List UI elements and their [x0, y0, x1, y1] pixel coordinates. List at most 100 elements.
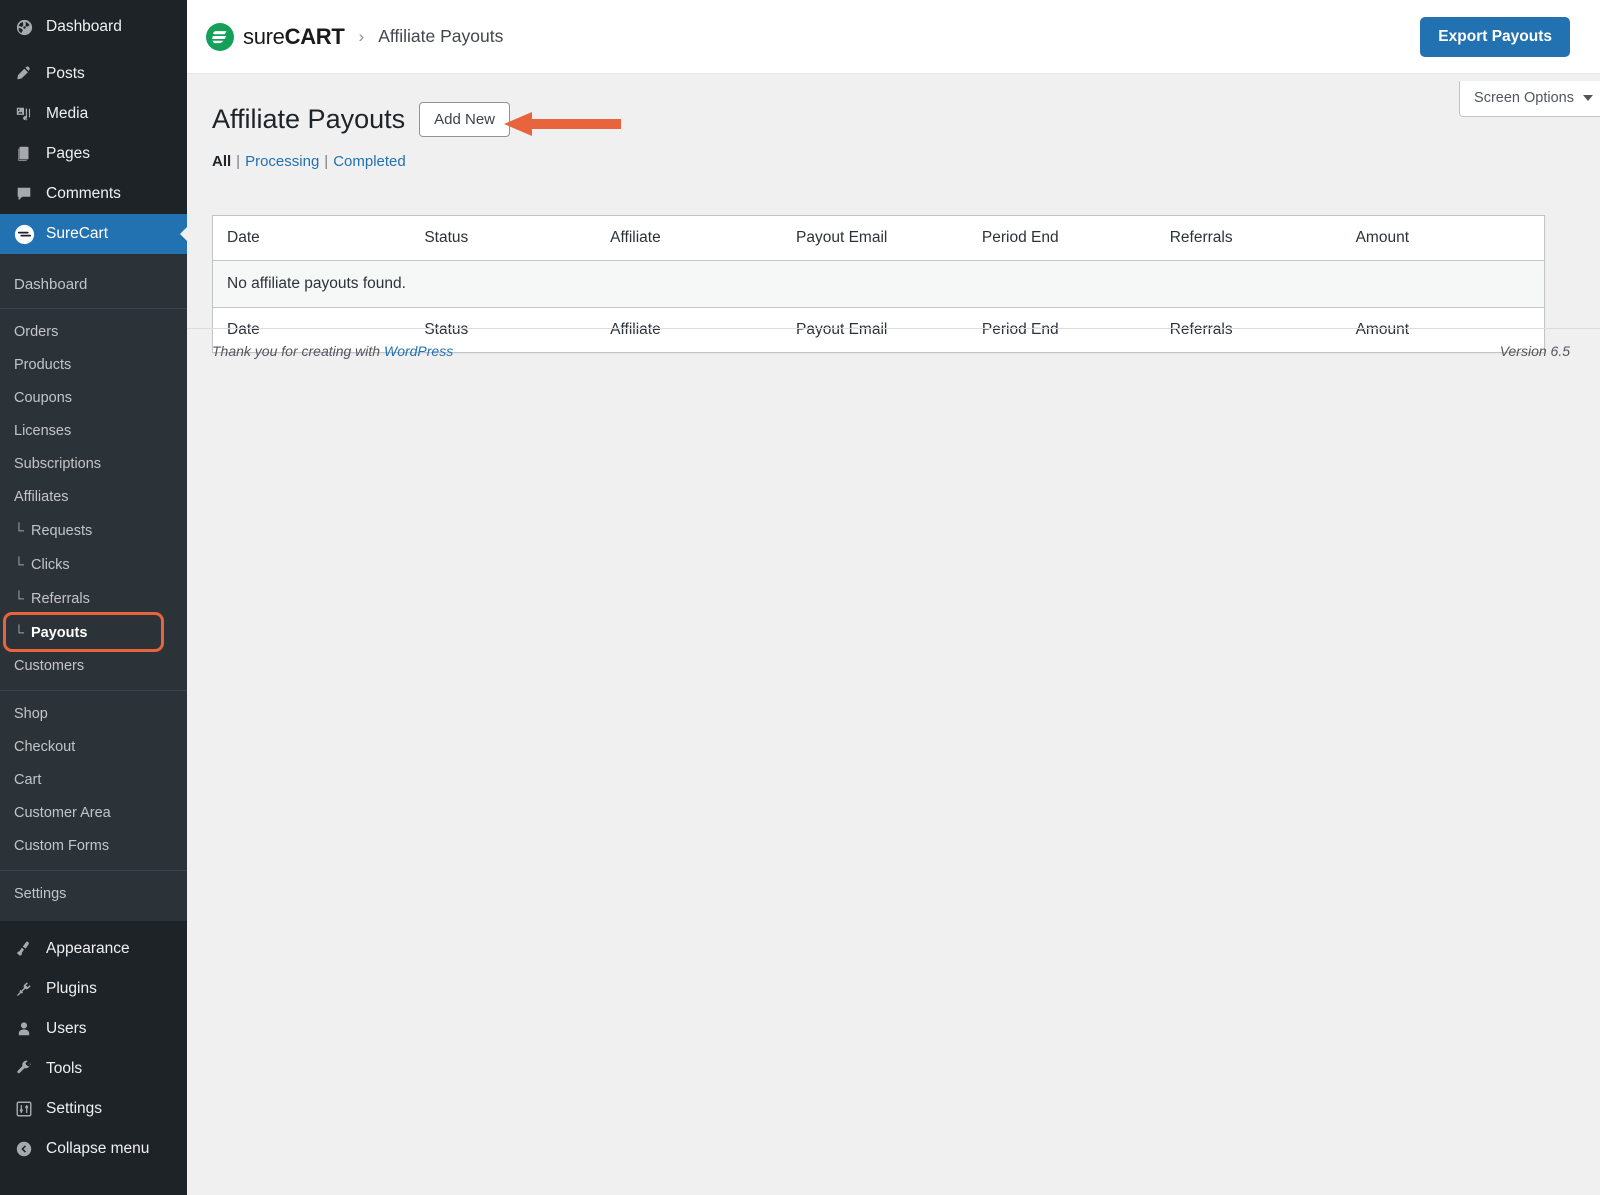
export-payouts-button[interactable]: Export Payouts: [1420, 17, 1570, 57]
sidebar-subitem-label: Affiliates: [14, 489, 69, 505]
column-header-payout-email[interactable]: Payout Email: [796, 215, 982, 261]
column-header-period-end[interactable]: Period End: [981, 215, 1170, 261]
admin-footer: Thank you for creating with WordPress Ve…: [187, 328, 1600, 359]
sidebar-secondary-menu: Appearance Plugins Users Tools Settings …: [0, 921, 187, 1169]
sidebar-item-label: Media: [46, 105, 89, 123]
footer-thanks-text: Thank you for creating with: [212, 343, 384, 359]
table-body: No affiliate payouts found.: [212, 260, 1545, 308]
footer-version: Version 6.5: [1499, 343, 1570, 359]
wordpress-link[interactable]: WordPress: [384, 343, 453, 359]
surecart-logo-icon: [205, 22, 235, 52]
sidebar-item-surecart[interactable]: SureCart: [0, 214, 187, 254]
column-header-affiliate[interactable]: Affiliate: [610, 215, 797, 261]
submenu-branch-icon: └: [14, 522, 24, 538]
sidebar-subitem-customers[interactable]: Customers: [0, 650, 187, 683]
plug-icon: [12, 979, 36, 999]
sidebar-subitem-customer-area[interactable]: Customer Area: [0, 797, 187, 830]
submenu-group-settings: Settings: [0, 878, 187, 911]
sidebar-item-users[interactable]: Users: [0, 1009, 187, 1049]
footer-thanks: Thank you for creating with WordPress: [212, 343, 453, 359]
column-header-amount[interactable]: Amount: [1355, 215, 1545, 261]
sidebar-item-pages[interactable]: Pages: [0, 134, 187, 174]
sidebar-subitem-label: Cart: [14, 772, 42, 788]
sidebar-subitem-dashboard[interactable]: Dashboard: [0, 268, 187, 301]
screen-options-tab[interactable]: Screen Options: [1459, 81, 1600, 117]
filter-link-processing[interactable]: Processing: [245, 153, 319, 170]
sidebar-item-appearance[interactable]: Appearance: [0, 929, 187, 969]
add-new-button[interactable]: Add New: [419, 102, 510, 137]
submenu-divider: [0, 870, 187, 871]
sidebar-item-label: Users: [46, 1020, 87, 1038]
submenu-group-commerce: Orders Products Coupons Licenses Subscri…: [0, 316, 187, 683]
sidebar-subitem-label: Custom Forms: [14, 838, 110, 854]
sidebar-subitem-checkout[interactable]: Checkout: [0, 731, 187, 764]
brand-sure-text: sure: [243, 23, 285, 49]
comments-icon: [12, 184, 36, 204]
sidebar-item-plugins[interactable]: Plugins: [0, 969, 187, 1009]
filter-separator: |: [324, 153, 329, 170]
pages-icon: [12, 144, 36, 164]
submenu-divider: [0, 690, 187, 691]
submenu-group-dashboard: Dashboard: [0, 262, 187, 301]
sidebar-subitem-orders[interactable]: Orders: [0, 316, 187, 349]
empty-state-message: No affiliate payouts found.: [212, 260, 1545, 308]
filter-separator: |: [236, 153, 241, 170]
sidebar-item-label: Plugins: [46, 980, 97, 998]
sidebar-item-tools[interactable]: Tools: [0, 1049, 187, 1089]
sidebar-subitem-referrals[interactable]: └ Referrals: [0, 582, 187, 616]
sidebar-item-label: Posts: [46, 65, 85, 83]
column-header-referrals[interactable]: Referrals: [1169, 215, 1356, 261]
column-header-status[interactable]: Status: [424, 215, 611, 261]
surecart-brand[interactable]: sureCART: [205, 22, 345, 52]
submenu-branch-icon: └: [14, 556, 24, 572]
sidebar-subitem-shop[interactable]: Shop: [0, 698, 187, 731]
surecart-wordmark: sureCART: [243, 24, 345, 50]
sidebar-subitem-label: Subscriptions: [14, 456, 102, 472]
sidebar-subitem-custom-forms[interactable]: Custom Forms: [0, 830, 187, 863]
pin-icon: [12, 64, 36, 84]
filter-link-all[interactable]: All: [212, 153, 231, 170]
sidebar-subitem-subscriptions[interactable]: Subscriptions: [0, 448, 187, 481]
sidebar-subitem-label: Products: [14, 357, 72, 373]
media-icon: [12, 104, 36, 124]
sidebar-submenu-surecart: Dashboard Orders Products Coupons Licens…: [0, 254, 187, 921]
settings-sliders-icon: [12, 1099, 36, 1119]
sidebar-subitem-label: Shop: [14, 706, 48, 722]
sidebar-subitem-label: Customers: [14, 658, 85, 674]
sidebar-subitem-coupons[interactable]: Coupons: [0, 382, 187, 415]
column-header-date[interactable]: Date: [212, 215, 425, 261]
sidebar-subitem-licenses[interactable]: Licenses: [0, 415, 187, 448]
sidebar-subitem-label: Dashboard: [14, 276, 88, 293]
sidebar-item-label: Comments: [46, 185, 121, 203]
sidebar-item-settings[interactable]: Settings: [0, 1089, 187, 1129]
sidebar-subitem-requests[interactable]: └ Requests: [0, 514, 187, 548]
page-content: Affiliate Payouts Add New All | Processing…: [187, 74, 1600, 359]
sidebar-subitem-affiliates[interactable]: Affiliates: [0, 481, 187, 514]
page-title-row: Affiliate Payouts Add New: [212, 102, 1570, 137]
submenu-divider: [0, 308, 187, 309]
table-head: Date Status Affiliate Payout Email Perio…: [212, 215, 1545, 261]
status-filter-links: All | Processing | Completed: [212, 153, 1570, 170]
sidebar-item-media[interactable]: Media: [0, 94, 187, 134]
sidebar-subitem-payouts[interactable]: └ Payouts: [0, 616, 187, 650]
dashboard-icon: [12, 17, 36, 37]
sidebar-item-label: Settings: [46, 1100, 103, 1118]
arrow-annotation-icon: [504, 111, 621, 137]
sidebar-item-collapse-menu[interactable]: Collapse menu: [0, 1129, 187, 1169]
filter-link-completed[interactable]: Completed: [333, 153, 406, 170]
breadcrumb-separator-icon: ›: [358, 26, 365, 46]
sidebar-item-dashboard[interactable]: Dashboard: [0, 0, 187, 54]
sidebar-subitem-label: Checkout: [14, 739, 76, 755]
sidebar-primary-menu: Dashboard Posts Media Pages Comments Sur…: [0, 0, 187, 254]
sidebar-subitem-settings[interactable]: Settings: [0, 878, 187, 911]
sidebar-item-posts[interactable]: Posts: [0, 54, 187, 94]
sidebar-subitem-products[interactable]: Products: [0, 349, 187, 382]
admin-sidebar: Dashboard Posts Media Pages Comments Sur…: [0, 0, 187, 1195]
sidebar-item-comments[interactable]: Comments: [0, 174, 187, 214]
sidebar-subitem-cart[interactable]: Cart: [0, 764, 187, 797]
sidebar-subitem-label: Licenses: [14, 423, 72, 439]
sidebar-item-label: Dashboard: [46, 18, 122, 36]
sidebar-item-label: Tools: [46, 1060, 83, 1078]
sidebar-subitem-label: Requests: [31, 523, 93, 539]
sidebar-subitem-clicks[interactable]: └ Clicks: [0, 548, 187, 582]
